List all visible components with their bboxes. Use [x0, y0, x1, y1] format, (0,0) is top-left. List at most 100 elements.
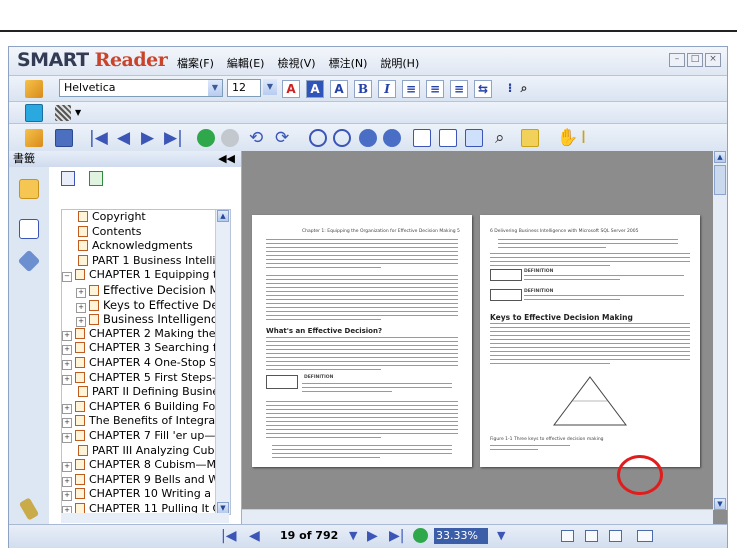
- pattern-icon[interactable]: [55, 105, 71, 121]
- scroll-up-icon[interactable]: ▲: [714, 151, 726, 163]
- expand-icon[interactable]: +: [62, 418, 72, 429]
- thumbnails-tab-icon[interactable]: [19, 219, 39, 239]
- bookmark-item[interactable]: PART 1 Business Intellige: [62, 254, 230, 269]
- bookmark-item[interactable]: + Business Intelligence: [62, 312, 230, 328]
- align-center-icon[interactable]: ≡: [426, 80, 444, 98]
- bookmark-item[interactable]: PART III Analyzing Cube: [62, 444, 230, 459]
- menu-edit[interactable]: 編輯(E): [227, 55, 265, 71]
- facing-layout-icon[interactable]: [609, 530, 622, 542]
- bookmark-item[interactable]: Copyright: [62, 210, 230, 225]
- chevron-down-icon[interactable]: ▼: [497, 527, 505, 545]
- scroll-thumb[interactable]: [714, 165, 726, 195]
- zoom-in-icon[interactable]: [309, 129, 327, 147]
- first-page-icon[interactable]: |◀: [221, 527, 236, 545]
- document-hscrollbar[interactable]: [242, 509, 713, 524]
- expand-icon[interactable]: +: [76, 287, 86, 298]
- zoom-level[interactable]: 33.33%: [434, 528, 488, 544]
- last-page-icon[interactable]: ▶|: [164, 129, 183, 147]
- expand-icon[interactable]: +: [76, 317, 86, 328]
- chevron-down-icon[interactable]: ▼: [349, 527, 357, 545]
- bookmark-item[interactable]: Acknowledgments: [62, 239, 230, 254]
- binoculars-icon[interactable]: ⌕: [495, 129, 505, 147]
- bookmark-item[interactable]: + CHAPTER 2 Making the: [62, 327, 230, 342]
- expand-icon[interactable]: +: [62, 432, 72, 443]
- fit-page-icon[interactable]: [439, 129, 457, 147]
- scroll-up-icon[interactable]: ▲: [217, 210, 229, 222]
- menu-view[interactable]: 檢視(V): [277, 55, 315, 71]
- back-icon[interactable]: [197, 129, 215, 147]
- add-bookmark-icon[interactable]: [88, 171, 103, 186]
- fit-width-icon[interactable]: [465, 129, 483, 147]
- text-select-icon[interactable]: I: [581, 129, 586, 147]
- bookmark-item[interactable]: PART II Defining Busines: [62, 385, 230, 400]
- collapse-icon[interactable]: −: [62, 272, 72, 283]
- expand-icon[interactable]: +: [62, 359, 72, 370]
- menu-file[interactable]: 檔案(F): [177, 55, 214, 71]
- expand-icon[interactable]: +: [62, 330, 72, 341]
- close-button[interactable]: ×: [705, 53, 721, 67]
- font-color-button[interactable]: A: [282, 80, 300, 98]
- align-right-icon[interactable]: ≡: [450, 80, 468, 98]
- bookmark-item[interactable]: Contents: [62, 225, 230, 240]
- expand-icon[interactable]: +: [62, 476, 72, 487]
- expand-icon[interactable]: +: [62, 345, 72, 356]
- expand-icon[interactable]: +: [62, 403, 72, 414]
- italic-button[interactable]: I: [378, 80, 396, 98]
- align-left-icon[interactable]: ≡: [402, 80, 420, 98]
- rotate-right-icon[interactable]: ⟳: [275, 129, 289, 147]
- actual-size-icon[interactable]: [413, 129, 431, 147]
- bookmark-item[interactable]: + CHAPTER 7 Fill 'er up—L: [62, 429, 230, 444]
- bookmark-item[interactable]: + Effective Decision Ma: [62, 283, 230, 298]
- color-fill-icon[interactable]: [25, 104, 43, 122]
- remove-icon[interactable]: [383, 129, 401, 147]
- previous-page-icon[interactable]: ◀: [117, 129, 130, 147]
- bookmark-item[interactable]: + CHAPTER 9 Bells and Wl: [62, 473, 230, 488]
- text-tool-icon[interactable]: [25, 80, 43, 98]
- highlight-color-button[interactable]: A: [306, 80, 324, 98]
- last-page-icon[interactable]: ▶|: [389, 527, 404, 545]
- bookmark-item[interactable]: + The Benefits of Integrat: [62, 414, 230, 429]
- chevron-down-icon[interactable]: ▼: [75, 108, 81, 117]
- next-page-icon[interactable]: ▶: [141, 129, 154, 147]
- font-size-dropdown[interactable]: ▼: [263, 79, 277, 97]
- font-family-select[interactable]: Helvetica ▼: [59, 79, 223, 97]
- bookmarks-tab-icon[interactable]: [19, 179, 39, 199]
- open-file-icon[interactable]: [25, 129, 43, 147]
- bookmark-item[interactable]: + Keys to Effective De: [62, 298, 230, 313]
- hand-tool-icon[interactable]: ✋: [557, 129, 578, 147]
- single-page-layout-icon[interactable]: [561, 530, 574, 542]
- maximize-button[interactable]: □: [687, 53, 703, 67]
- bookmark-item[interactable]: + CHAPTER 4 One-Stop S: [62, 356, 230, 371]
- bold-button[interactable]: B: [354, 80, 372, 98]
- menu-annotate[interactable]: 標注(N): [329, 55, 368, 71]
- scroll-down-icon[interactable]: ▼: [714, 498, 726, 510]
- continuous-facing-layout-icon[interactable]: [637, 530, 653, 542]
- font-size-select[interactable]: 12: [227, 79, 261, 97]
- expand-icon[interactable]: +: [76, 302, 86, 313]
- page-number[interactable]: 19 of 792: [280, 528, 338, 544]
- find-icon[interactable]: ⌕: [515, 80, 533, 98]
- text-color-button[interactable]: A: [330, 80, 348, 98]
- previous-page-icon[interactable]: ◀: [249, 527, 260, 545]
- document-vscrollbar[interactable]: ▲ ▼: [713, 151, 727, 510]
- bookmark-item[interactable]: − CHAPTER 1 Equipping tl: [62, 268, 230, 283]
- zoom-out-icon[interactable]: [333, 129, 351, 147]
- bookmark-hscrollbar[interactable]: [61, 513, 229, 523]
- collapse-panel-icon[interactable]: ◀◀: [218, 151, 235, 167]
- menu-help[interactable]: 說明(H): [380, 55, 419, 71]
- next-page-icon[interactable]: ▶: [367, 527, 378, 545]
- expand-icon[interactable]: +: [62, 462, 72, 473]
- bookmark-item[interactable]: + CHAPTER 5 First Steps–: [62, 371, 230, 386]
- continuous-layout-icon[interactable]: [585, 530, 598, 542]
- add-icon[interactable]: [359, 129, 377, 147]
- bookmark-icon[interactable]: [521, 129, 539, 147]
- forward-icon[interactable]: [221, 129, 239, 147]
- save-icon[interactable]: [55, 129, 73, 147]
- expand-icon[interactable]: +: [62, 374, 72, 385]
- bookmark-scrollbar[interactable]: ▲ ▼: [215, 210, 230, 514]
- bookmark-item[interactable]: + CHAPTER 8 Cubism—Me: [62, 458, 230, 473]
- minimize-button[interactable]: –: [669, 53, 685, 67]
- bookmark-item[interactable]: + CHAPTER 10 Writing a M: [62, 487, 230, 502]
- bookmark-item[interactable]: + CHAPTER 6 Building Fou: [62, 400, 230, 415]
- layers-tab-icon[interactable]: [17, 249, 41, 273]
